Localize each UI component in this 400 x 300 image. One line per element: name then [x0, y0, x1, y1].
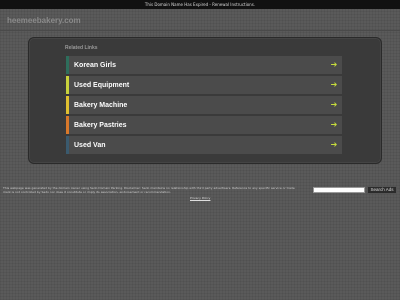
link-color-bar	[66, 96, 69, 114]
footer-disclaimer: This webpage was generated by the domain…	[3, 186, 295, 194]
related-links-list: Korean Girls ➔ Used Equipment ➔ Bakery M…	[66, 56, 342, 156]
privacy-policy-link[interactable]: Privacy Policy	[190, 196, 210, 200]
related-link-bakery-machine[interactable]: Bakery Machine ➔	[66, 96, 342, 114]
related-link-used-van[interactable]: Used Van ➔	[66, 136, 342, 154]
link-color-bar	[66, 56, 69, 74]
header-divider	[0, 30, 400, 31]
related-link-korean-girls[interactable]: Korean Girls ➔	[66, 56, 342, 74]
related-link-bakery-pastries[interactable]: Bakery Pastries ➔	[66, 116, 342, 134]
arrow-right-icon: ➔	[330, 140, 338, 149]
link-label: Used Van	[74, 141, 106, 149]
link-label: Bakery Machine	[74, 101, 128, 109]
link-color-bar	[66, 116, 69, 134]
related-link-used-equipment[interactable]: Used Equipment ➔	[66, 76, 342, 94]
search-input[interactable]	[313, 187, 365, 193]
arrow-right-icon: ➔	[330, 80, 338, 89]
arrow-right-icon: ➔	[330, 60, 338, 69]
related-links-heading: Related Links	[65, 45, 98, 51]
domain-title: heemeebakery.com	[7, 16, 81, 25]
link-color-bar	[66, 136, 69, 154]
link-label: Korean Girls	[74, 61, 117, 69]
link-color-bar	[66, 76, 69, 94]
search-ads-button[interactable]: Search Ads	[367, 186, 397, 194]
arrow-right-icon: ➔	[330, 120, 338, 129]
arrow-right-icon: ➔	[330, 100, 338, 109]
link-label: Used Equipment	[74, 81, 130, 89]
expired-domain-banner[interactable]: This Domain Name Has Expired - Renewal I…	[0, 0, 400, 9]
link-label: Bakery Pastries	[74, 121, 127, 129]
